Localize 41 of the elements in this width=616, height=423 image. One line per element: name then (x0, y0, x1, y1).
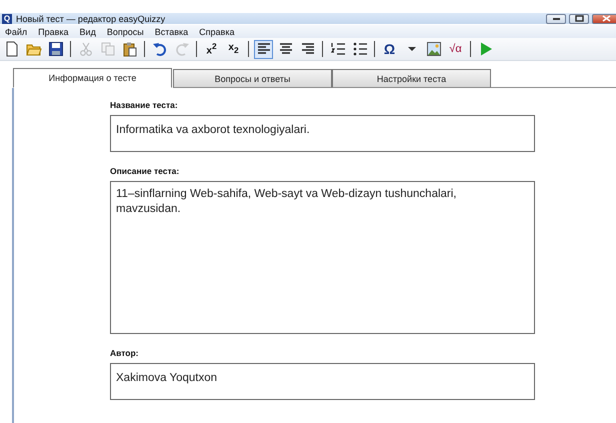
close-button[interactable] (592, 14, 616, 24)
minimize-button[interactable] (546, 14, 566, 24)
tab[interactable]: Настройки теста (332, 69, 491, 88)
menu-item[interactable]: Справка (199, 26, 234, 36)
field-label: Название теста: (110, 100, 179, 110)
minimize-icon (552, 18, 560, 20)
image-icon (426, 41, 442, 57)
redo-icon (174, 41, 190, 57)
menu-item[interactable]: Вставка (154, 26, 188, 36)
tab[interactable]: Вопросы и ответы (173, 69, 332, 88)
image-button[interactable] (424, 40, 443, 58)
text-area[interactable]: 11–sinflarning Web-sahifa, Web-sayt va Web-dizayn tushunchalari, mavzusidan. (110, 181, 535, 334)
new-document-icon (4, 41, 20, 57)
menu-item[interactable]: Файл (5, 26, 28, 36)
save-icon (48, 41, 64, 57)
field-label: Описание теста: (110, 166, 180, 176)
bullet-list-icon (352, 41, 368, 57)
undo-icon (152, 41, 168, 57)
menu-item[interactable]: Правка (38, 26, 69, 36)
formula-button[interactable]: √α (446, 40, 465, 58)
caret-icon (408, 47, 416, 51)
menu-item[interactable]: Вопросы (106, 26, 144, 36)
superscript-button[interactable]: x$^{2}$ (202, 40, 221, 58)
app-icon: Q (2, 14, 12, 24)
window-title: Новый тест — редактор easyQuizzy (16, 14, 166, 24)
input-field[interactable]: Xakimova Yoqutxon (110, 363, 535, 400)
field-label: Автор: (110, 348, 140, 358)
subscript-button[interactable]: x$_{2}$ (224, 40, 243, 58)
tab[interactable]: Информация о тесте (13, 68, 172, 88)
numbered-list-icon (330, 41, 346, 57)
maximize-icon (574, 15, 584, 22)
align-left-button[interactable] (254, 40, 273, 58)
save-button[interactable] (46, 40, 65, 58)
input-field[interactable]: Informatika va axborot texnologiyalari. (110, 115, 535, 152)
menu-item[interactable]: Вид (80, 26, 96, 36)
maximize-button[interactable] (569, 14, 589, 24)
close-icon (602, 15, 610, 22)
symbol-button[interactable]: Ω (380, 40, 399, 58)
copy-icon (100, 41, 116, 57)
paste-icon (122, 41, 138, 57)
scissors-icon (78, 41, 94, 57)
